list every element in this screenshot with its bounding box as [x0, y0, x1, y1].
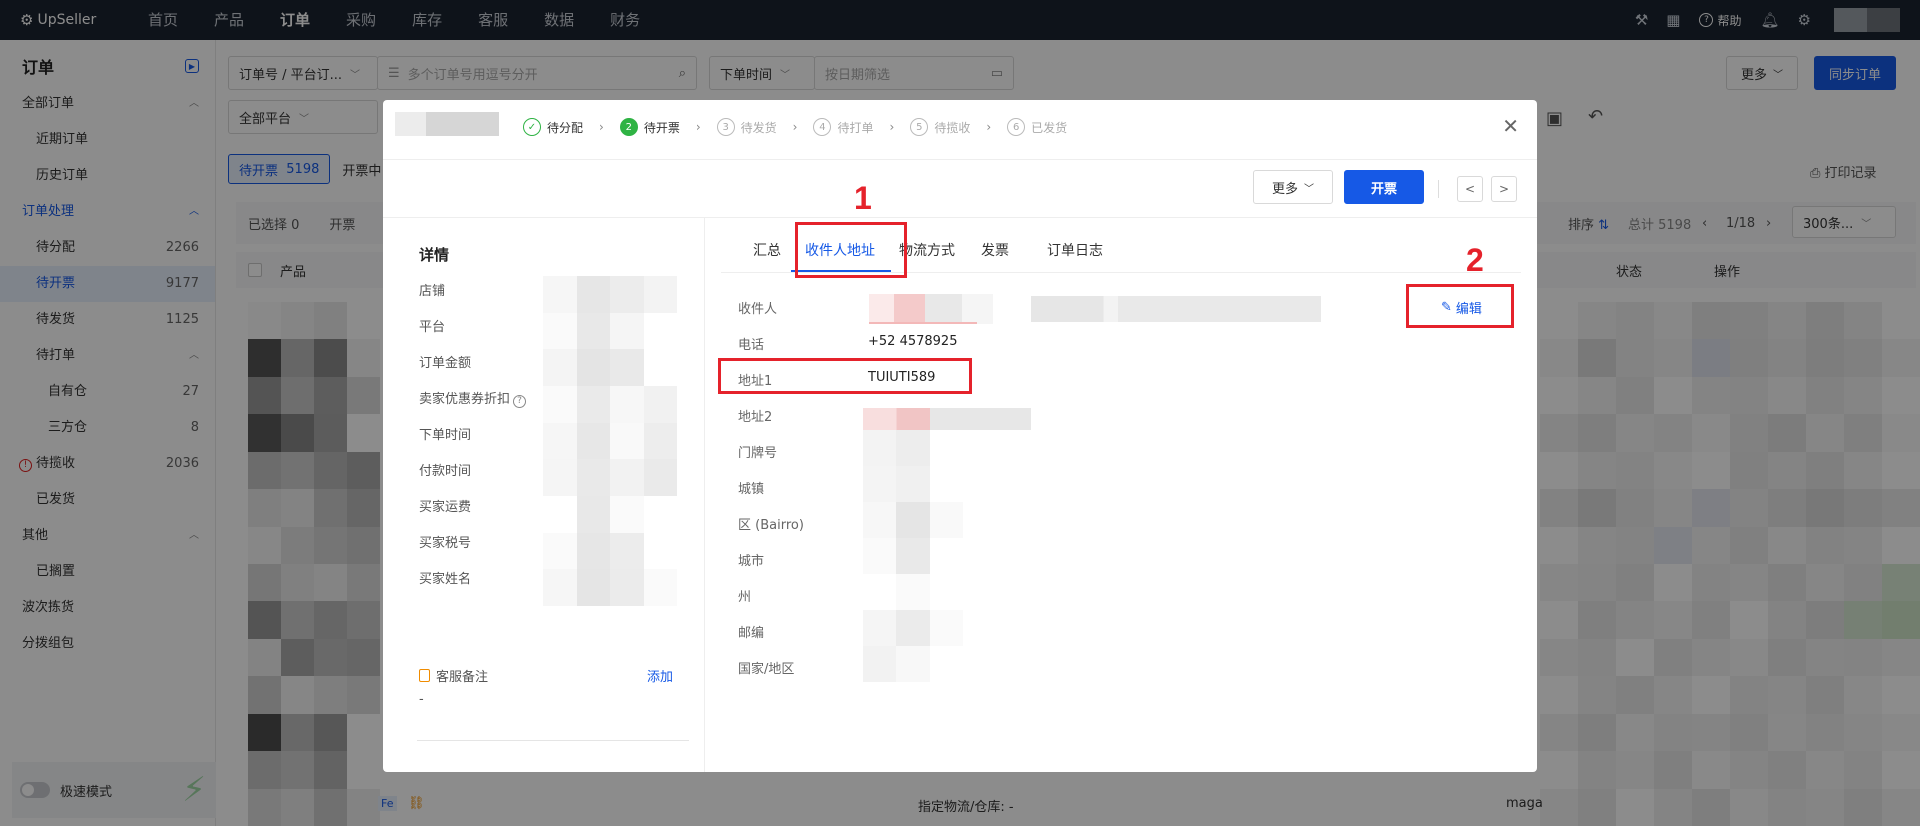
addr-label-recipient: 收件人 [738, 302, 778, 317]
order-detail-modal: ✓ 待分配 › 2 待开票 › 3 待发货 › 4 待打单 › 5 待揽收 › 6 已发货 ✕ 更多 ﹀… [383, 100, 1537, 772]
note-icon [419, 669, 430, 682]
modal-more-label: 更多 [1271, 181, 1298, 197]
modal-action-bar: 更多 ﹀ 开票 < > [383, 160, 1537, 218]
prev-order-button[interactable]: < [1457, 176, 1483, 202]
annotation-number-2: 2 [1466, 242, 1484, 278]
details-divider [417, 740, 689, 741]
detail-label-coupon-text: 卖家优惠券折扣 [419, 392, 511, 407]
service-note-label: 客服备注 [419, 666, 488, 685]
chevron-right-icon: › [889, 120, 895, 134]
detail-label-shipping-fee: 买家运费 [419, 500, 472, 515]
details-title: 详情 [419, 246, 450, 264]
addr-label-zip: 邮编 [738, 626, 765, 641]
annotation-box-1 [795, 222, 907, 278]
chevron-right-icon: › [792, 120, 798, 134]
step-pending-print: 4 待打单 › [813, 118, 894, 136]
tab-shipping-method[interactable]: 物流方式 [899, 240, 955, 260]
chevron-right-icon: › [695, 120, 701, 134]
addr-label-bairro: 区 (Bairro) [738, 518, 804, 533]
detail-label-order-time: 下单时间 [419, 428, 472, 443]
step-label: 已发货 [1031, 120, 1068, 135]
detail-label-platform: 平台 [419, 320, 446, 335]
addr-label-address2: 地址2 [738, 410, 773, 425]
detail-label-tax-id: 买家税号 [419, 536, 472, 551]
step-number: 4 [813, 118, 832, 136]
addr-value-phone: +52 4578925 [868, 334, 958, 349]
step-number: 6 [1007, 118, 1026, 136]
step-pending-pickup: 5 待揽收 › [910, 118, 991, 136]
step-label: 待发货 [740, 120, 777, 135]
detail-label-coupon: 卖家优惠券折扣? [419, 388, 527, 408]
tab-summary[interactable]: 汇总 [753, 240, 781, 260]
chevron-right-icon: › [599, 120, 604, 134]
step-pending-ship: 3 待发货 › [716, 118, 798, 136]
order-progress-steps: ✓ 待分配 › 2 待开票 › 3 待发货 › 4 待打单 › 5 待揽收 › 6 已发货 [523, 118, 1083, 136]
annotation-number-1: 1 [854, 180, 872, 216]
add-note-link[interactable]: 添加 [647, 666, 673, 685]
tab-order-log[interactable]: 订单日志 [1047, 240, 1103, 260]
step-pending-invoice: 2 待开票 › [619, 118, 701, 136]
service-note-text: 客服备注 [436, 670, 489, 685]
recipient-name-redacted [869, 294, 993, 324]
check-icon: ✓ [523, 118, 541, 136]
chevron-right-icon: › [986, 120, 992, 134]
service-note-value: - [419, 692, 424, 707]
step-shipped: 6 已发货 [1007, 118, 1067, 136]
details-panel: 详情 店铺 平台 订单金额 卖家优惠券折扣? 下单时间 付款时间 买家运费 买家… [383, 218, 705, 772]
question-icon[interactable]: ? [513, 394, 527, 408]
tab-invoice[interactable]: 发票 [981, 240, 1009, 260]
step-label: 待打单 [837, 120, 874, 135]
modal-more-button[interactable]: 更多 ﹀ [1253, 170, 1333, 204]
annotation-box-2 [1406, 284, 1514, 328]
addr-label-house-number: 门牌号 [738, 446, 778, 461]
detail-values-redacted [543, 276, 677, 606]
step-number: 5 [910, 118, 929, 136]
addr-label-state: 州 [738, 590, 752, 605]
close-icon[interactable]: ✕ [1502, 114, 1519, 138]
detail-label-buyer-name: 买家姓名 [419, 572, 472, 587]
step-pending-assign: ✓ 待分配 › [523, 118, 604, 136]
step-label: 待分配 [547, 120, 584, 135]
addr-label-city: 城市 [738, 554, 765, 569]
modal-header: ✓ 待分配 › 2 待开票 › 3 待发货 › 4 待打单 › 5 待揽收 › 6 已发货 ✕ [383, 100, 1537, 160]
divider [1438, 180, 1439, 198]
detail-label-store: 店铺 [419, 284, 446, 299]
step-label: 待开票 [643, 120, 680, 135]
addr-label-town: 城镇 [738, 482, 765, 497]
modal-invoice-button[interactable]: 开票 [1344, 170, 1424, 204]
addr-label-phone: 电话 [738, 338, 765, 353]
order-number-redacted [395, 112, 499, 136]
step-number: 3 [716, 118, 735, 136]
chevron-down-icon: ﹀ [1304, 183, 1314, 195]
addr-label-country: 国家/地区 [738, 662, 795, 677]
recipient-name-underline [869, 322, 977, 324]
annotation-box-address1 [718, 358, 972, 394]
step-number: 2 [619, 118, 638, 136]
detail-label-pay-time: 付款时间 [419, 464, 472, 479]
address-values-redacted [863, 430, 963, 682]
detail-label-amount: 订单金额 [419, 356, 472, 371]
address2-redacted [863, 408, 1031, 430]
next-order-button[interactable]: > [1491, 176, 1517, 202]
step-label: 待揽收 [934, 120, 971, 135]
recipient-extra-redacted [1031, 296, 1321, 322]
